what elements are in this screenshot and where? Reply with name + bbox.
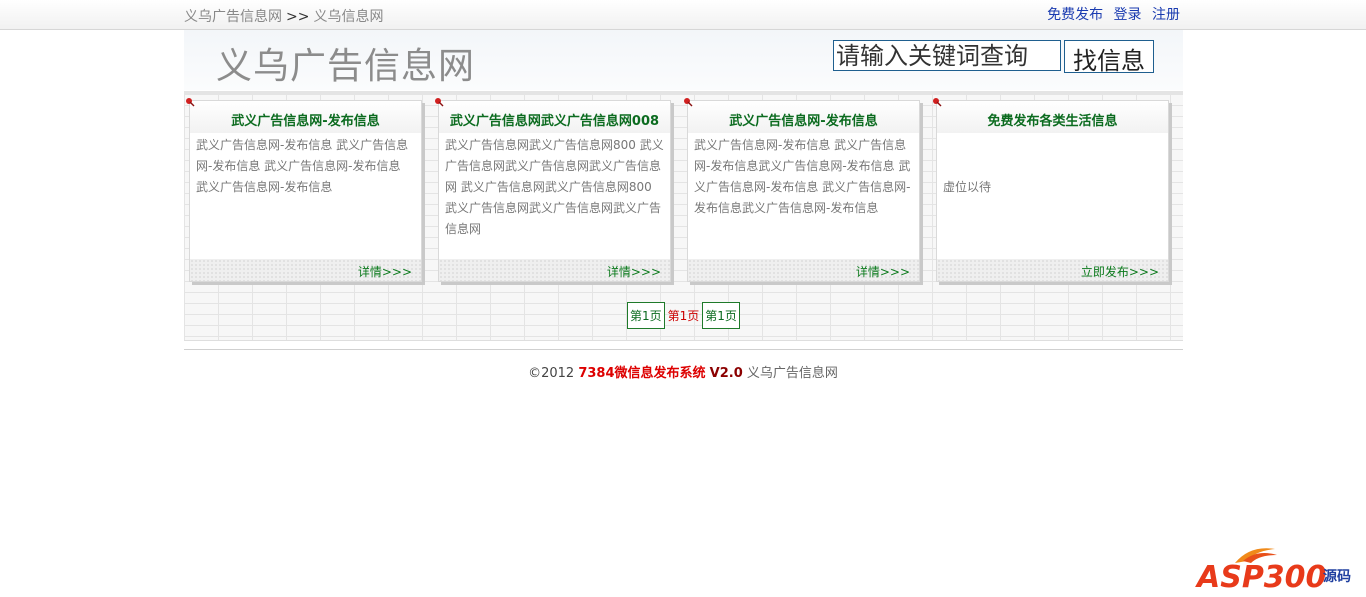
info-card: 武义广告信息网-发布信息 武义广告信息网-发布信息 武义广告信息网-发布信息 武… (186, 98, 422, 282)
register-link[interactable]: 注册 (1152, 7, 1180, 23)
card-header: 武义广告信息网武义广告信息网008 (439, 101, 670, 133)
copyright: ©2012 (528, 366, 575, 381)
card-header: 武义广告信息网-发布信息 (688, 101, 919, 133)
search-button[interactable]: 找信息 (1064, 40, 1154, 75)
divider (184, 349, 1183, 350)
site-name: 义乌广告信息网 (746, 366, 838, 381)
details-link[interactable]: 详情>>> (856, 263, 910, 280)
card-footer: 详情>>> (190, 259, 421, 281)
card-body: 虚位以待 (943, 180, 992, 194)
info-card: 武义广告信息网-发布信息 武义广告信息网-发布信息 武义广告信息网-发布信息武义… (684, 98, 920, 282)
current-page: 第1页 (667, 309, 700, 323)
site-logo[interactable]: 义乌广告信息网 (216, 37, 475, 89)
site-header: 义乌广告信息网 找信息 (184, 30, 1183, 90)
details-link[interactable]: 详情>>> (607, 263, 661, 280)
search-input[interactable] (833, 40, 1061, 71)
pushpin-icon (435, 98, 444, 107)
publish-now-link[interactable]: 立即发布>>> (1081, 263, 1159, 280)
card-title-link[interactable]: 武义广告信息网-发布信息 (729, 110, 877, 129)
free-publish-link[interactable]: 免费发布 (1047, 7, 1103, 23)
pushpin-icon (933, 98, 942, 107)
card-footer: 详情>>> (688, 259, 919, 281)
card-header: 免费发布各类生活信息 (937, 101, 1168, 133)
top-bar: 义乌广告信息网 >> 义乌信息网 免费发布 登录 注册 (0, 0, 1366, 30)
card-title-link[interactable]: 武义广告信息网武义广告信息网008 (450, 110, 659, 129)
version: V2.0 (709, 366, 743, 381)
info-card: 免费发布各类生活信息 虚位以待 立即发布>>> (933, 98, 1169, 282)
card-header: 武义广告信息网-发布信息 (190, 101, 421, 133)
card-body: 武义广告信息网-发布信息 武义广告信息网-发布信息 武义广告信息网-发布信息 武… (196, 138, 409, 194)
breadcrumb-home-link[interactable]: 义乌广告信息网 (184, 9, 282, 25)
pushpin-icon (186, 98, 195, 107)
first-page-button[interactable]: 第1页 (627, 302, 665, 329)
top-links: 免费发布 登录 注册 (1041, 4, 1180, 24)
login-link[interactable]: 登录 (1114, 7, 1142, 23)
last-page-button[interactable]: 第1页 (702, 302, 740, 329)
card-title-link[interactable]: 免费发布各类生活信息 (987, 110, 1117, 129)
card-title-link[interactable]: 武义广告信息网-发布信息 (231, 110, 379, 129)
breadcrumb: 义乌广告信息网 >> 义乌信息网 (184, 6, 383, 26)
footer: ©2012 7384微信息发布系统 V2.0 义乌广告信息网 (0, 362, 1366, 381)
info-card: 武义广告信息网武义广告信息网008 武义广告信息网武义广告信息网800 武义广告… (435, 98, 671, 282)
pushpin-icon (684, 98, 693, 107)
pagination: 第1页 第1页 第1页 (627, 302, 740, 329)
details-link[interactable]: 详情>>> (358, 263, 412, 280)
info-panel: 武义广告信息网-发布信息 武义广告信息网-发布信息 武义广告信息网-发布信息 武… (184, 91, 1183, 341)
breadcrumb-current: 义乌信息网 (313, 9, 384, 25)
card-body: 武义广告信息网武义广告信息网800 武义广告信息网武义广告信息网武义广告信息网 … (445, 138, 664, 236)
watermark-text: ASP300 (1195, 560, 1326, 593)
breadcrumb-separator: >> (286, 9, 310, 25)
card-body: 武义广告信息网-发布信息 武义广告信息网-发布信息武义广告信息网-发布信息 武义… (694, 138, 911, 215)
card-footer: 立即发布>>> (937, 259, 1168, 281)
brand-link[interactable]: 7384微信息发布系统 (578, 366, 705, 381)
card-footer: 详情>>> (439, 259, 670, 281)
watermark-tag: 源码 (1323, 568, 1351, 585)
asp300-watermark-logo: ASP300 源码 (1195, 548, 1351, 593)
